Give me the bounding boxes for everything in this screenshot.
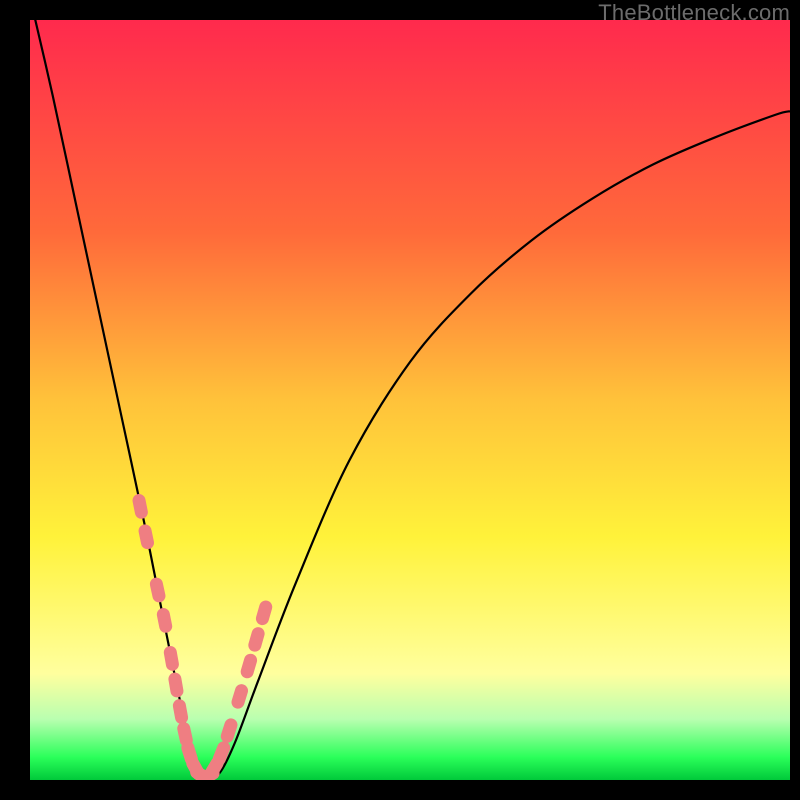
gradient-background [30,20,790,780]
watermark-text: TheBottleneck.com [598,0,790,26]
chart-frame [30,20,790,780]
chart-svg [30,20,790,780]
